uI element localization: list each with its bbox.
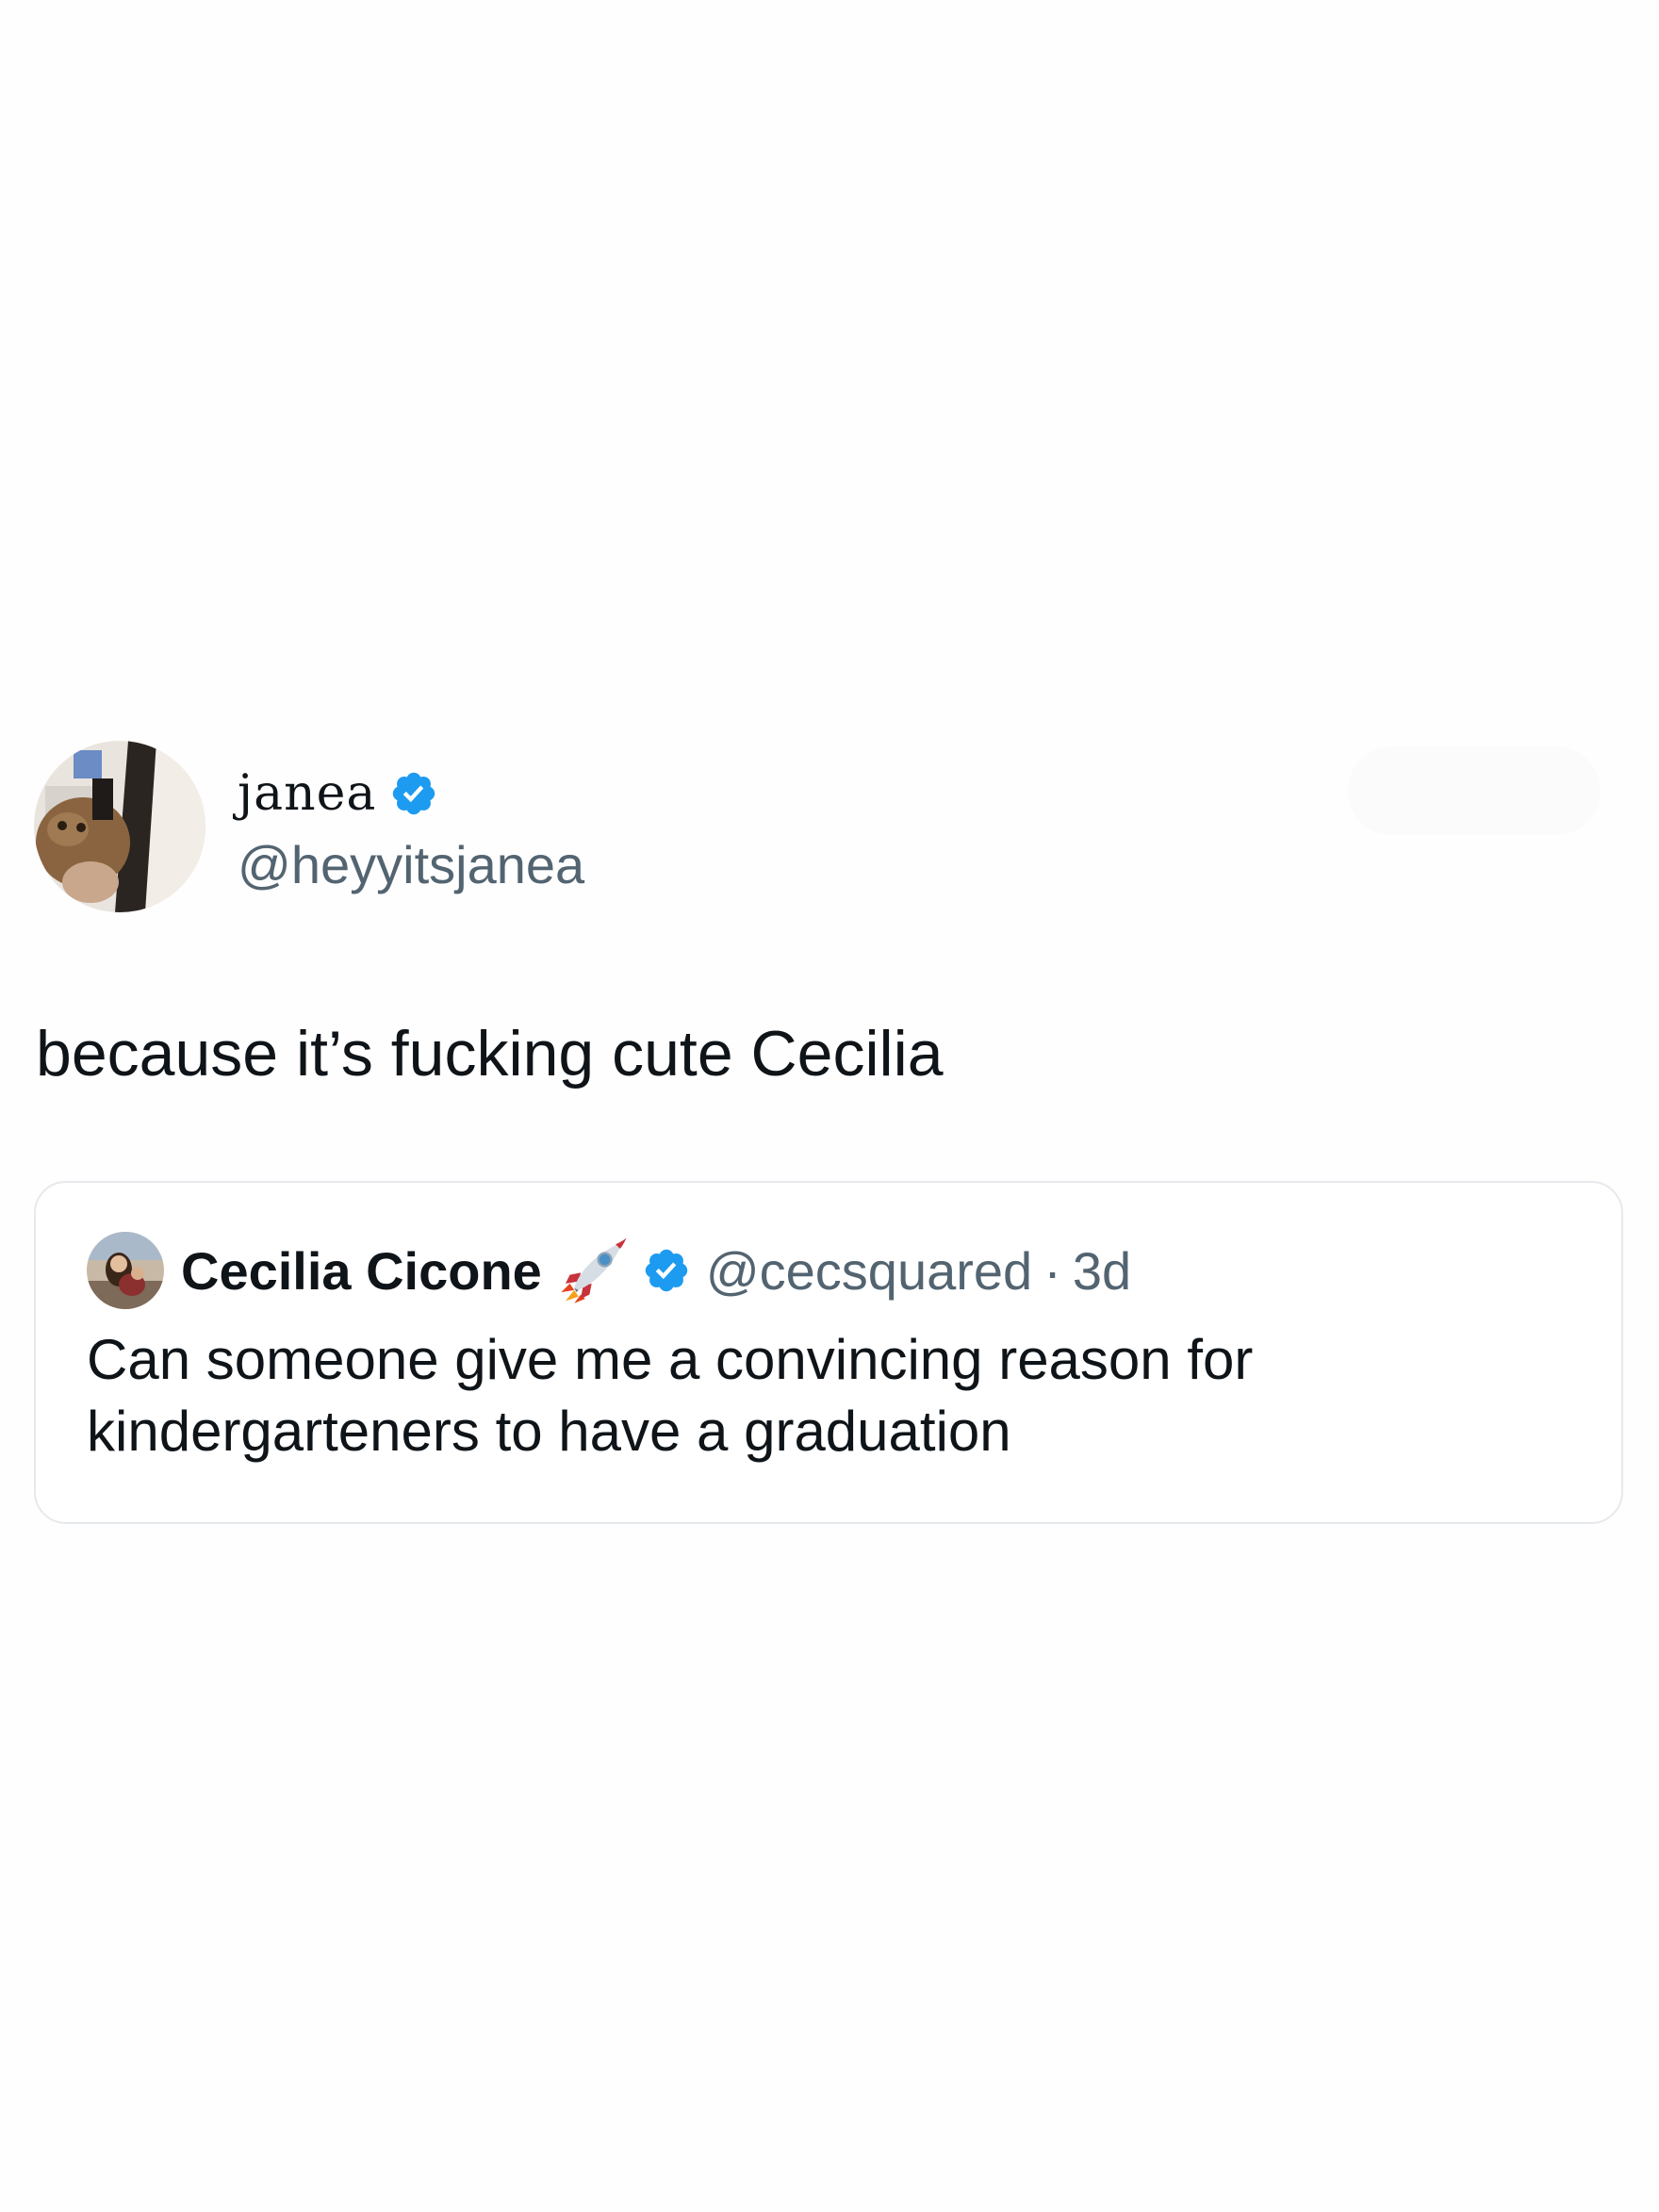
quoted-tweet-card[interactable]: Cecilia Cicone @cecsquared · 3d Can some…: [34, 1181, 1623, 1524]
tweet-text: because it’s fucking cute Cecilia: [36, 1018, 944, 1090]
author-display-name[interactable]: janea: [238, 769, 376, 818]
quoted-tweet-timestamp[interactable]: 3d: [1073, 1240, 1131, 1302]
verified-badge-icon: [645, 1249, 688, 1292]
quoted-tweet-header: Cecilia Cicone @cecsquared · 3d: [87, 1230, 1131, 1311]
author-handle[interactable]: @heyyitsjanea: [238, 839, 584, 892]
separator-dot: ·: [1043, 1240, 1061, 1301]
verified-badge-icon: [393, 772, 435, 815]
rocket-emoji-icon: [561, 1237, 627, 1303]
follow-button[interactable]: [1348, 746, 1601, 835]
quoted-author-name[interactable]: Cecilia Cicone: [181, 1240, 542, 1302]
tweet-author: janea @heyyitsjanea: [34, 741, 584, 912]
quoted-author-avatar[interactable]: [87, 1232, 164, 1309]
quoted-tweet-text: Can someone give me a convincing reason …: [87, 1328, 1254, 1464]
tweet-screenshot: janea @heyyitsjanea because it’s fucking…: [0, 0, 1659, 2212]
author-name-row: janea: [238, 762, 584, 826]
quoted-author-handle[interactable]: @cecsquared: [706, 1240, 1032, 1302]
author-avatar[interactable]: [34, 741, 205, 912]
author-identity: janea @heyyitsjanea: [238, 762, 584, 892]
